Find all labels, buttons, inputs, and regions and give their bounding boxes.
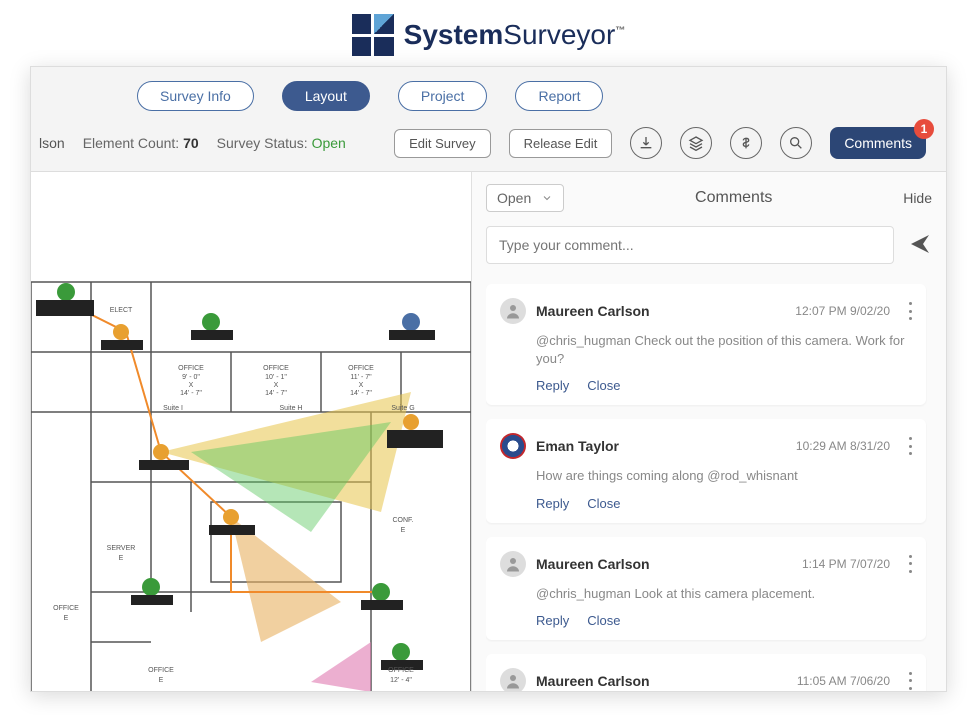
avatar xyxy=(500,433,526,459)
comment-card: Maureen Carlson 12:07 PM 9/02/20 @chris_… xyxy=(486,284,926,405)
svg-text:Suite G: Suite G xyxy=(391,405,414,412)
comment-body: @chris_hugman Look at this camera placem… xyxy=(536,585,912,603)
svg-text:OFFICE: OFFICE xyxy=(148,667,174,674)
brand-logo-text: SystemSurveyor™ xyxy=(404,19,626,51)
avatar xyxy=(500,298,526,324)
release-edit-button[interactable]: Release Edit xyxy=(509,129,613,158)
svg-text:OFFICE: OFFICE xyxy=(388,667,414,674)
comment-author: Eman Taylor xyxy=(536,438,619,454)
comments-panel-header: Open Comments Hide xyxy=(486,184,932,212)
svg-text:X: X xyxy=(359,382,364,389)
comment-author: Maureen Carlson xyxy=(536,303,650,319)
comment-timestamp: 1:14 PM 7/07/20 xyxy=(802,557,890,571)
svg-text:11' - 7": 11' - 7" xyxy=(350,374,372,381)
svg-text:12' - 4": 12' - 4" xyxy=(390,677,412,684)
brand-header: SystemSurveyor™ xyxy=(0,0,977,66)
reply-button[interactable]: Reply xyxy=(536,378,569,393)
close-button[interactable]: Close xyxy=(587,378,620,393)
floorplan-canvas[interactable]: ELECT OFFICE9' - 0"X14' - 7" OFFICE10' -… xyxy=(31,172,471,692)
svg-text:E: E xyxy=(64,615,69,622)
comments-badge: 1 xyxy=(914,119,934,139)
dollar-icon[interactable] xyxy=(730,127,762,159)
comments-filter-dropdown[interactable]: Open xyxy=(486,184,564,212)
brand-logo-icon xyxy=(352,14,394,56)
svg-text:OFFICE: OFFICE xyxy=(178,365,204,372)
svg-text:9' - 0": 9' - 0" xyxy=(182,374,200,381)
comment-list[interactable]: Maureen Carlson 12:07 PM 9/02/20 @chris_… xyxy=(486,284,932,692)
close-button[interactable]: Close xyxy=(587,496,620,511)
comments-panel: Open Comments Hide Maureen Carlson 12:07… xyxy=(471,172,946,692)
svg-text:14' - 7": 14' - 7" xyxy=(350,390,372,397)
svg-text:14' - 7": 14' - 7" xyxy=(265,390,287,397)
comment-card: Maureen Carlson 11:05 AM 7/06/20 xyxy=(486,654,926,692)
tab-project[interactable]: Project xyxy=(398,81,488,111)
comment-input[interactable] xyxy=(486,226,894,264)
svg-text:14' - 7": 14' - 7" xyxy=(180,390,202,397)
tab-layout[interactable]: Layout xyxy=(282,81,370,111)
edit-survey-button[interactable]: Edit Survey xyxy=(394,129,490,158)
svg-text:Suite I: Suite I xyxy=(163,405,183,412)
comments-button[interactable]: Comments 1 xyxy=(830,127,926,159)
user-name-fragment: lson xyxy=(39,135,65,151)
comment-body: @chris_hugman Check out the position of … xyxy=(536,332,912,368)
comment-body: How are things coming along @rod_whisnan… xyxy=(536,467,912,485)
more-icon[interactable] xyxy=(908,302,912,320)
svg-text:OFFICE: OFFICE xyxy=(348,365,374,372)
layers-icon[interactable] xyxy=(680,127,712,159)
svg-text:X: X xyxy=(274,382,279,389)
tab-report[interactable]: Report xyxy=(515,81,603,111)
comment-timestamp: 10:29 AM 8/31/20 xyxy=(796,439,890,453)
reply-button[interactable]: Reply xyxy=(536,613,569,628)
more-icon[interactable] xyxy=(908,437,912,455)
survey-status: Survey Status: Open xyxy=(217,135,346,151)
avatar xyxy=(500,668,526,692)
svg-text:ELECT: ELECT xyxy=(110,307,133,314)
comment-author: Maureen Carlson xyxy=(536,556,650,572)
svg-text:E: E xyxy=(401,527,406,534)
comment-timestamp: 11:05 AM 7/06/20 xyxy=(797,674,890,688)
toolbar: lson Element Count: 70 Survey Status: Op… xyxy=(31,121,946,172)
comment-input-row xyxy=(486,226,932,264)
svg-text:CONF.: CONF. xyxy=(393,517,414,524)
svg-text:X: X xyxy=(189,382,194,389)
comment-card: Eman Taylor 10:29 AM 8/31/20 How are thi… xyxy=(486,419,926,522)
svg-text:OFFICE: OFFICE xyxy=(263,365,289,372)
top-tab-bar: Survey Info Layout Project Report xyxy=(31,67,946,121)
reply-button[interactable]: Reply xyxy=(536,496,569,511)
svg-text:Suite H: Suite H xyxy=(280,405,303,412)
comments-panel-title: Comments xyxy=(564,189,903,207)
avatar xyxy=(500,551,526,577)
more-icon[interactable] xyxy=(908,555,912,573)
app-window: Survey Info Layout Project Report lson E… xyxy=(30,66,947,692)
hide-comments-button[interactable]: Hide xyxy=(903,190,932,206)
more-icon[interactable] xyxy=(908,672,912,690)
send-icon[interactable] xyxy=(908,232,932,259)
comment-timestamp: 12:07 PM 9/02/20 xyxy=(795,304,890,318)
svg-text:10' - 1": 10' - 1" xyxy=(265,374,287,381)
svg-text:E: E xyxy=(159,677,164,684)
svg-text:E: E xyxy=(119,555,124,562)
comment-card: Maureen Carlson 1:14 PM 7/07/20 @chris_h… xyxy=(486,537,926,640)
download-icon[interactable] xyxy=(630,127,662,159)
close-button[interactable]: Close xyxy=(587,613,620,628)
search-icon[interactable] xyxy=(780,127,812,159)
tab-survey-info[interactable]: Survey Info xyxy=(137,81,254,111)
element-count: Element Count: 70 xyxy=(83,135,199,151)
main-area: ELECT OFFICE9' - 0"X14' - 7" OFFICE10' -… xyxy=(31,172,946,692)
svg-text:SERVER: SERVER xyxy=(107,545,136,552)
chevron-down-icon xyxy=(541,192,553,204)
comment-author: Maureen Carlson xyxy=(536,673,650,689)
svg-text:OFFICE: OFFICE xyxy=(53,605,79,612)
